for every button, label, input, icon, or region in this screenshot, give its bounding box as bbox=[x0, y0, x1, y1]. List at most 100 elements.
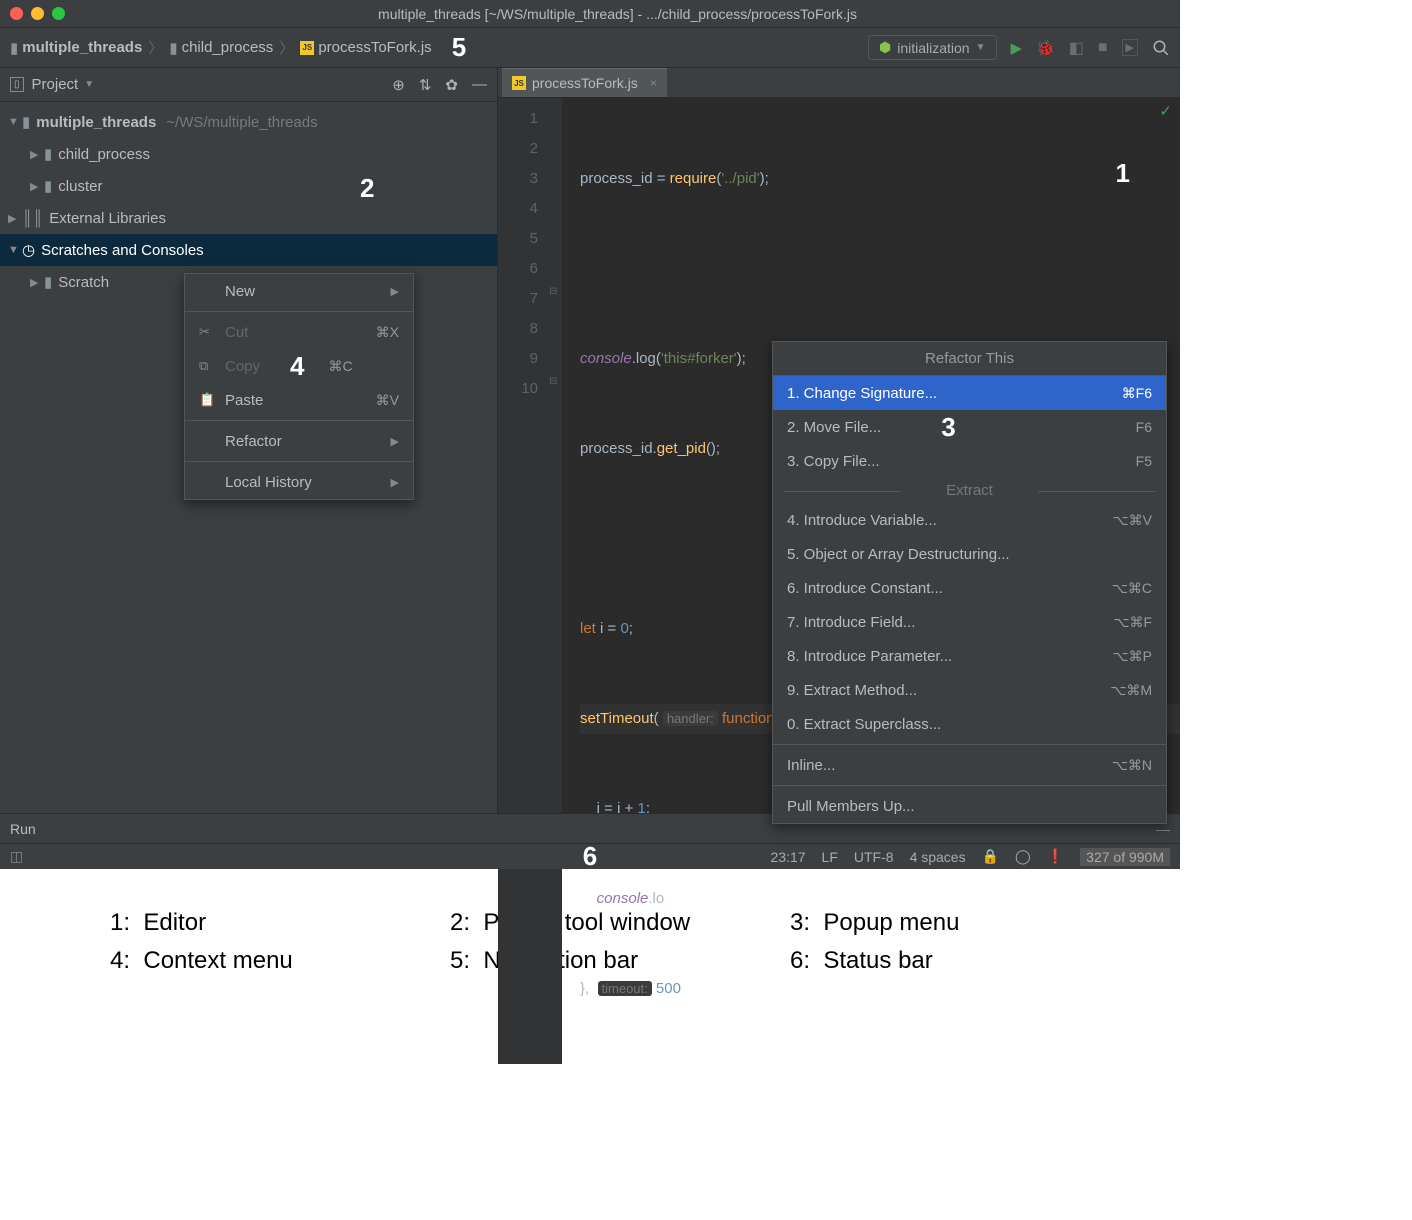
run-config-selector[interactable]: ⬢ initialization ▼ bbox=[868, 35, 997, 60]
project-panel-title[interactable]: Project ▼ bbox=[32, 76, 95, 93]
notifications-icon[interactable]: ❗ bbox=[1047, 848, 1064, 865]
popup-destructuring[interactable]: 5. Object or Array Destructuring... bbox=[773, 537, 1166, 571]
titlebar: multiple_threads [~/WS/multiple_threads]… bbox=[0, 0, 1180, 28]
project-panel-header: ▯ Project ▼ ⊕ ⇅ ✿ — bbox=[0, 68, 497, 102]
tree-folder-cluster[interactable]: ▶ ▮ cluster bbox=[0, 170, 497, 202]
annotation-2: 2 bbox=[360, 173, 374, 204]
annotation-3: 3 bbox=[941, 412, 955, 443]
folder-icon: ▮ bbox=[44, 273, 52, 291]
popup-change-signature[interactable]: 1. Change Signature...⌘F6 bbox=[773, 376, 1166, 410]
popup-section-extract: Extract bbox=[773, 478, 1166, 503]
menu-separator bbox=[185, 420, 413, 421]
breadcrumb-folder-label: child_process bbox=[182, 39, 274, 56]
tree-root[interactable]: ▼ ▮ multiple_threads ~/WS/multiple_threa… bbox=[0, 106, 497, 138]
cursor-position[interactable]: 23:17 bbox=[771, 849, 806, 865]
popup-introduce-constant[interactable]: 6. Introduce Constant...⌥⌘C bbox=[773, 571, 1166, 605]
js-file-icon: JS bbox=[300, 41, 314, 55]
tree-external-libraries[interactable]: ▶ ║║ External Libraries bbox=[0, 202, 497, 234]
memory-indicator[interactable]: 327 of 990M bbox=[1080, 848, 1170, 866]
lock-icon[interactable]: 🔒 bbox=[982, 848, 999, 865]
chevron-down-icon: ▼ bbox=[976, 42, 986, 53]
folder-icon: ▮ bbox=[169, 39, 177, 57]
arrow-right-icon: ▶ bbox=[8, 212, 22, 225]
tool-windows-icon[interactable]: ◫ bbox=[10, 848, 23, 865]
indent-setting[interactable]: 4 spaces bbox=[910, 849, 966, 865]
menu-separator bbox=[185, 461, 413, 462]
popup-extract-method[interactable]: 9. Extract Method...⌥⌘M bbox=[773, 673, 1166, 707]
maximize-window-button[interactable] bbox=[52, 7, 65, 20]
breadcrumb-item-root[interactable]: ▮ multiple_threads bbox=[10, 39, 142, 57]
tab-label: processToFork.js bbox=[532, 75, 638, 91]
editor-tab[interactable]: JS processToFork.js × bbox=[502, 68, 667, 97]
popup-inline[interactable]: Inline...⌥⌘N bbox=[773, 748, 1166, 782]
popup-introduce-variable[interactable]: 4. Introduce Variable...⌥⌘V bbox=[773, 503, 1166, 537]
tree-root-label: multiple_threads bbox=[36, 114, 156, 131]
hide-panel-icon[interactable]: — bbox=[472, 76, 487, 94]
breadcrumb-item-folder[interactable]: ▮ child_process bbox=[169, 39, 273, 57]
expand-all-icon[interactable]: ⇅ bbox=[419, 76, 432, 94]
feedback-icon[interactable]: ◯ bbox=[1015, 848, 1031, 865]
ide-run-icon[interactable]: ▶ bbox=[1122, 39, 1138, 56]
popup-extract-superclass[interactable]: 0. Extract Superclass... bbox=[773, 707, 1166, 741]
close-tab-icon[interactable]: × bbox=[650, 76, 657, 90]
menu-copy[interactable]: ⧉Copy 4 ⌘C bbox=[185, 349, 413, 383]
menu-paste[interactable]: 📋Paste⌘V bbox=[185, 383, 413, 417]
status-bar: ◫ 6 23:17 LF UTF-8 4 spaces 🔒 ◯ ❗ 327 of… bbox=[0, 843, 1180, 869]
folder-icon: ▮ bbox=[44, 177, 52, 195]
traffic-lights bbox=[10, 7, 65, 20]
legend-1: 1: Editor bbox=[110, 909, 450, 937]
line-separator[interactable]: LF bbox=[822, 849, 838, 865]
legend-4: 4: Context menu bbox=[110, 947, 450, 975]
refactor-popup: Refactor This 1. Change Signature...⌘F6 … bbox=[772, 341, 1167, 824]
menu-separator bbox=[185, 311, 413, 312]
locate-icon[interactable]: ⊕ bbox=[392, 76, 405, 94]
debug-button[interactable]: 🐞 bbox=[1036, 39, 1055, 57]
popup-title: Refactor This bbox=[773, 342, 1166, 376]
arrow-right-icon: ▶ bbox=[30, 148, 44, 161]
breadcrumb-item-file[interactable]: JS processToFork.js bbox=[300, 39, 431, 56]
scratch-icon: ◷ bbox=[22, 241, 35, 259]
tree-folder-child-process[interactable]: ▶ ▮ child_process bbox=[0, 138, 497, 170]
menu-local-history[interactable]: Local History▶ bbox=[185, 465, 413, 499]
arrow-right-icon: ▶ bbox=[30, 276, 44, 289]
popup-introduce-field[interactable]: 7. Introduce Field...⌥⌘F bbox=[773, 605, 1166, 639]
file-encoding[interactable]: UTF-8 bbox=[854, 849, 894, 865]
fold-gutter: ⊟ ⊟ bbox=[548, 98, 562, 1064]
gear-icon[interactable]: ✿ bbox=[445, 76, 458, 94]
popup-move-file[interactable]: 2. Move File... 3 F6 bbox=[773, 410, 1166, 444]
cut-icon: ✂ bbox=[199, 324, 215, 340]
run-coverage-button[interactable]: ◧ bbox=[1069, 38, 1084, 58]
folder-icon: ▮ bbox=[10, 39, 18, 57]
fold-close-icon[interactable]: ⊟ bbox=[549, 376, 557, 387]
js-file-icon: JS bbox=[512, 76, 526, 90]
tree-scratches[interactable]: ▼ ◷ Scratches and Consoles bbox=[0, 234, 497, 266]
run-config-label: initialization bbox=[897, 40, 969, 56]
run-button[interactable]: ▶ bbox=[1011, 39, 1023, 57]
fold-open-icon[interactable]: ⊟ bbox=[549, 286, 557, 297]
stop-button[interactable]: ■ bbox=[1098, 39, 1108, 57]
chevron-right-icon: ▶ bbox=[391, 435, 399, 448]
popup-pull-members[interactable]: Pull Members Up... bbox=[773, 789, 1166, 823]
popup-introduce-parameter[interactable]: 8. Introduce Parameter...⌥⌘P bbox=[773, 639, 1166, 673]
menu-refactor[interactable]: Refactor▶ bbox=[185, 424, 413, 458]
copy-icon: ⧉ bbox=[199, 358, 215, 374]
menu-new[interactable]: New▶ bbox=[185, 274, 413, 308]
menu-cut[interactable]: ✂Cut⌘X bbox=[185, 315, 413, 349]
project-tree: ▼ ▮ multiple_threads ~/WS/multiple_threa… bbox=[0, 102, 497, 302]
window-title: multiple_threads [~/WS/multiple_threads]… bbox=[65, 6, 1170, 22]
tree-item-label: Scratches and Consoles bbox=[41, 242, 204, 259]
close-window-button[interactable] bbox=[10, 7, 23, 20]
chevron-right-icon: ▶ bbox=[391, 285, 399, 298]
folder-icon: ▮ bbox=[22, 113, 30, 131]
popup-separator bbox=[773, 785, 1166, 786]
breadcrumb-root-label: multiple_threads bbox=[22, 39, 142, 56]
search-icon[interactable] bbox=[1152, 39, 1170, 57]
annotation-4: 4 bbox=[290, 351, 304, 382]
minimize-window-button[interactable] bbox=[31, 7, 44, 20]
toolbar-right: ⬢ initialization ▼ ▶ 🐞 ◧ ■ ▶ bbox=[868, 35, 1170, 60]
paste-icon: 📋 bbox=[199, 392, 215, 408]
popup-separator bbox=[773, 744, 1166, 745]
chevron-right-icon: 〉 bbox=[148, 37, 163, 58]
popup-copy-file[interactable]: 3. Copy File...F5 bbox=[773, 444, 1166, 478]
chevron-right-icon: ▶ bbox=[391, 476, 399, 489]
